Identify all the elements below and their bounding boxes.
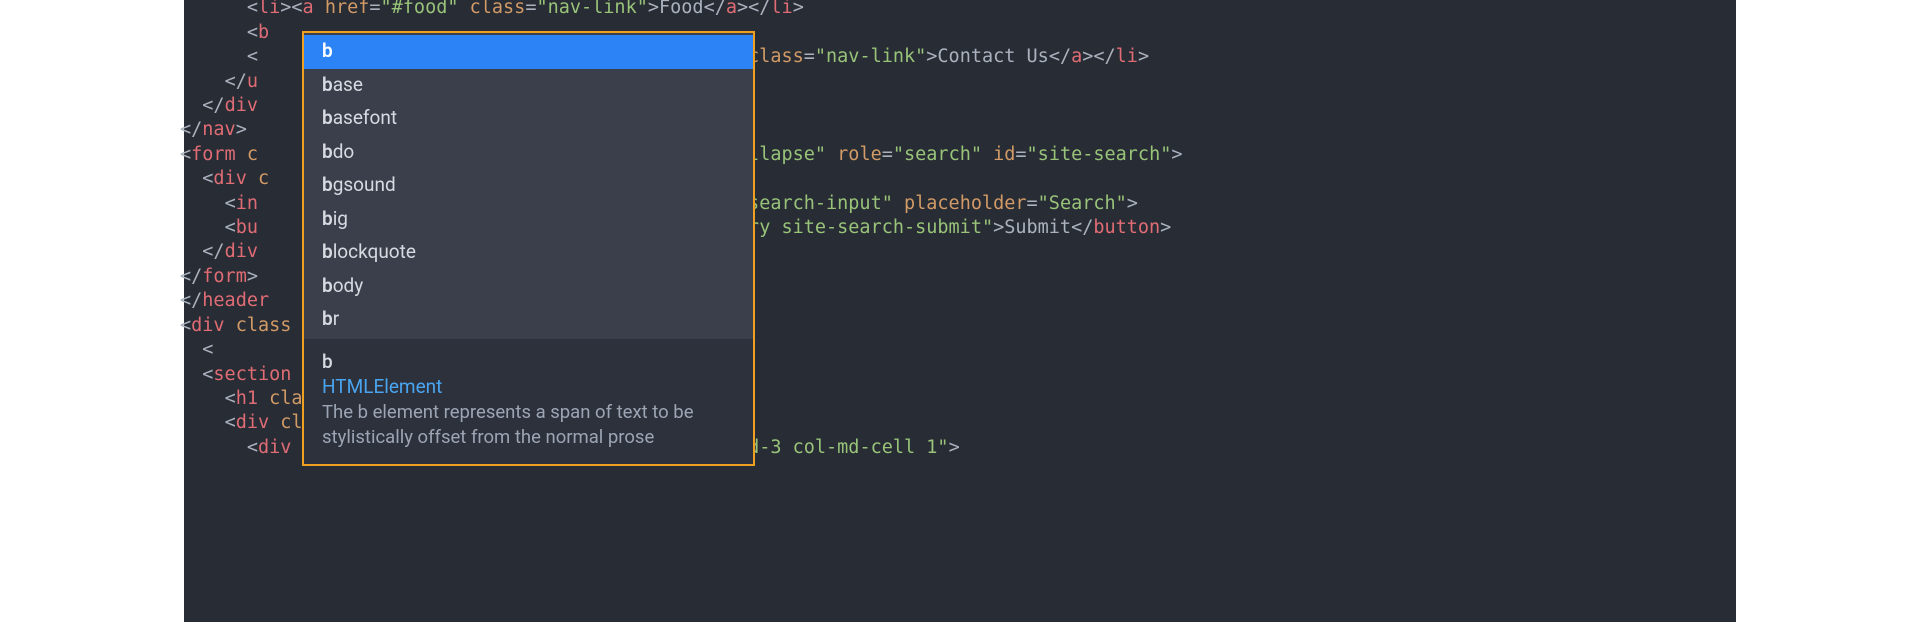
autocomplete-doc: b HTMLElement The b element represents a… bbox=[304, 339, 753, 464]
autocomplete-item[interactable]: basefont bbox=[304, 102, 753, 136]
autocomplete-item[interactable]: b bbox=[304, 35, 753, 69]
doc-description: The b element represents a span of text … bbox=[322, 400, 735, 450]
autocomplete-item[interactable]: blockquote bbox=[304, 236, 753, 270]
autocomplete-popup: bbasebasefontbdobgsoundbigblockquotebody… bbox=[302, 31, 755, 466]
autocomplete-item[interactable]: bdo bbox=[304, 136, 753, 170]
autocomplete-item[interactable]: br bbox=[304, 303, 753, 337]
frame-right bbox=[1736, 0, 1920, 622]
code-line[interactable]: <li><a href="#food" class="nav-link">Foo… bbox=[180, 0, 1182, 21]
frame-left bbox=[0, 0, 184, 622]
doc-symbol-name: b bbox=[322, 349, 735, 375]
doc-symbol-type: HTMLElement bbox=[322, 374, 735, 400]
autocomplete-list: bbasebasefontbdobgsoundbigblockquotebody… bbox=[304, 33, 753, 339]
autocomplete-item[interactable]: body bbox=[304, 270, 753, 304]
autocomplete-item[interactable]: big bbox=[304, 203, 753, 237]
autocomplete-item[interactable]: base bbox=[304, 69, 753, 103]
autocomplete-item[interactable]: bgsound bbox=[304, 169, 753, 203]
